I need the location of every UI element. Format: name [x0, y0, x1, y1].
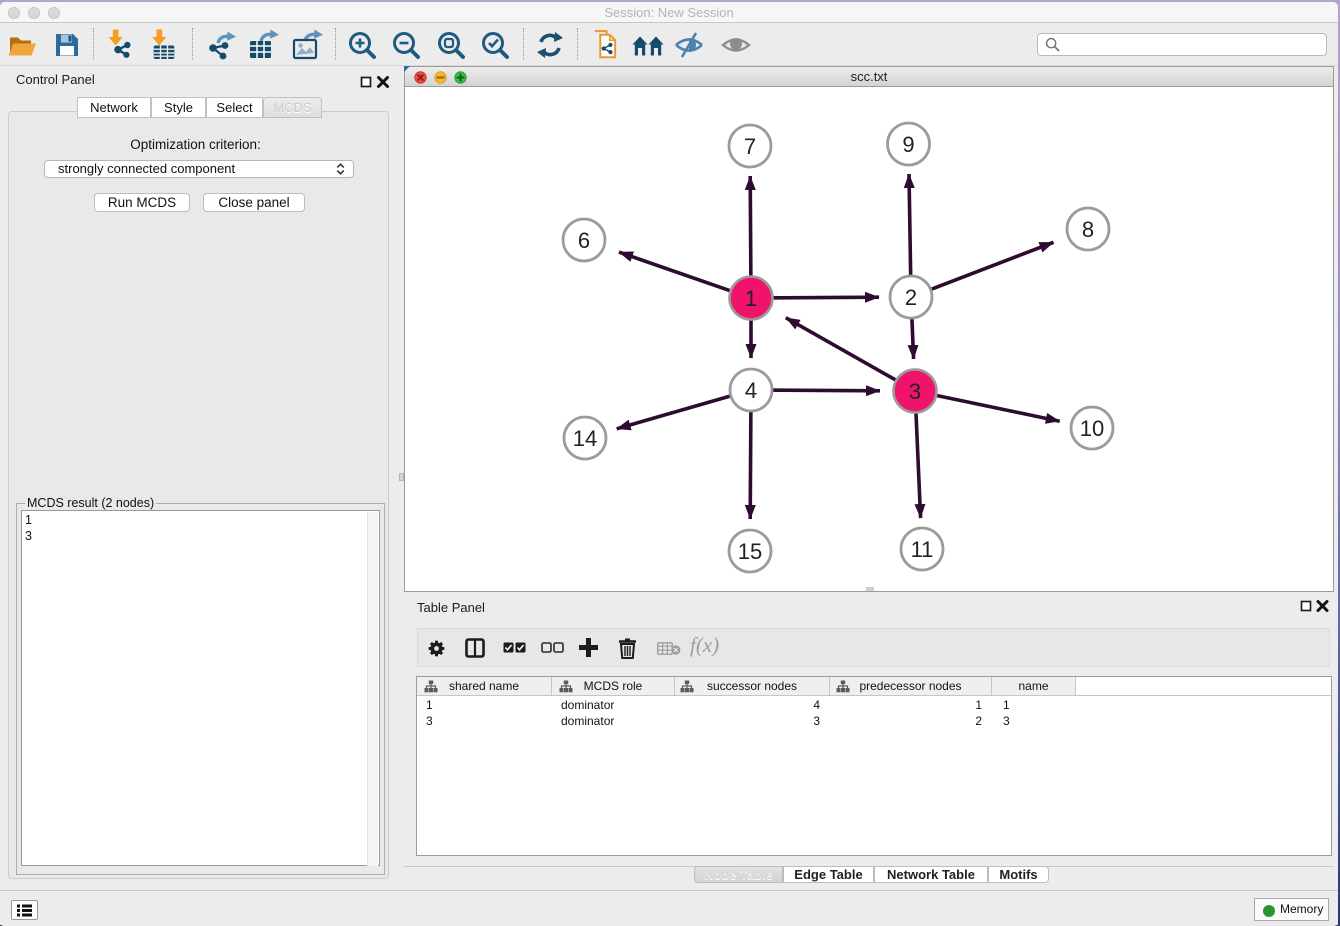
svg-text:2: 2: [905, 285, 917, 310]
svg-text:3: 3: [909, 379, 921, 404]
svg-text:15: 15: [738, 539, 762, 564]
svg-text:1: 1: [745, 286, 757, 311]
svg-text:14: 14: [573, 426, 597, 451]
svg-text:8: 8: [1082, 217, 1094, 242]
svg-text:11: 11: [911, 537, 934, 562]
svg-text:10: 10: [1080, 416, 1104, 441]
svg-text:4: 4: [745, 378, 757, 403]
svg-text:9: 9: [902, 132, 914, 157]
svg-text:6: 6: [578, 228, 590, 253]
svg-text:7: 7: [744, 134, 756, 159]
